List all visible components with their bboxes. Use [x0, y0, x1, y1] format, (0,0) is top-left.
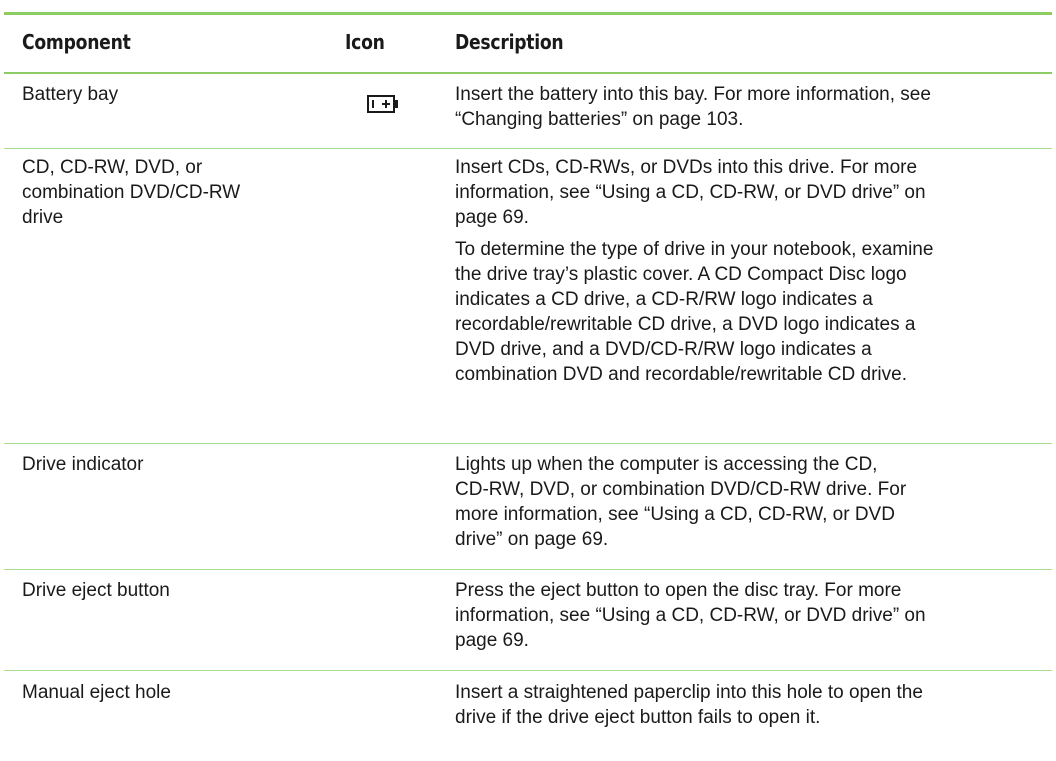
component-name: Battery bay: [22, 84, 119, 105]
description-paragraph: Insert the battery into this bay. For mo…: [455, 82, 1045, 132]
description-paragraph: Press the eject button to open the disc …: [455, 578, 1045, 653]
description-line: drive if the drive eject button fails to…: [455, 707, 821, 728]
component-description: Insert CDs, CD-RWs, or DVDs into this dr…: [455, 155, 1045, 387]
description-line: drive” on page 69.: [455, 529, 609, 550]
component-name: CD, CD-RW, DVD, or combination DVD/CD-RW…: [22, 157, 241, 228]
description-line: “Changing batteries” on page 103.: [455, 109, 744, 130]
description-line: recordable/rewritable CD drive, a DVD lo…: [455, 314, 916, 335]
description-paragraph: To determine the type of drive in your n…: [455, 237, 1045, 387]
table-header-rule: [4, 72, 1052, 74]
component-name: Drive indicator: [22, 454, 144, 475]
description-line: combination DVD and recordable/rewritabl…: [455, 364, 907, 385]
description-line: Press the eject button to open the disc …: [455, 580, 902, 601]
document-page: Component Icon Description Battery bay I…: [0, 0, 1056, 761]
description-line: more information, see “Using a CD, CD-RW…: [455, 504, 895, 525]
component-description: Insert the battery into this bay. For mo…: [455, 82, 1045, 132]
description-line: indicates a CD drive, a CD-R/RW logo ind…: [455, 289, 873, 310]
description-line: Insert a straightened paperclip into thi…: [455, 682, 923, 703]
component-name: Drive eject button: [22, 580, 170, 601]
description-line: Insert the battery into this bay. For mo…: [455, 84, 931, 105]
column-header-component: Component: [22, 30, 131, 54]
description-line: information, see “Using a CD, CD-RW, or …: [455, 182, 926, 203]
description-line: information, see “Using a CD, CD-RW, or …: [455, 605, 926, 626]
column-header-icon: Icon: [345, 30, 385, 54]
column-header-description: Description: [455, 30, 564, 54]
row-separator: [4, 670, 1052, 671]
row-separator: [4, 569, 1052, 570]
description-paragraph: Insert CDs, CD-RWs, or DVDs into this dr…: [455, 155, 1045, 230]
row-separator: [4, 443, 1052, 444]
description-line: DVD drive, and a DVD/CD-R/RW logo indica…: [455, 339, 872, 360]
component-description: Lights up when the computer is accessing…: [455, 452, 1045, 552]
row-separator: [4, 148, 1052, 149]
component-description: Insert a straightened paperclip into thi…: [455, 680, 1045, 730]
description-paragraph: Insert a straightened paperclip into thi…: [455, 680, 1045, 730]
table-top-rule: [4, 12, 1052, 15]
description-line: page 69.: [455, 630, 529, 651]
description-line: the drive tray’s plastic cover. A CD Com…: [455, 264, 907, 285]
description-line: CD-RW, DVD, or combination DVD/CD-RW dri…: [455, 479, 907, 500]
battery-icon: [367, 95, 399, 118]
description-line: Lights up when the computer is accessing…: [455, 454, 878, 475]
description-line: Insert CDs, CD-RWs, or DVDs into this dr…: [455, 157, 918, 178]
description-line: To determine the type of drive in your n…: [455, 239, 934, 260]
component-name: Manual eject hole: [22, 682, 171, 703]
description-paragraph: Lights up when the computer is accessing…: [455, 452, 1045, 552]
component-description: Press the eject button to open the disc …: [455, 578, 1045, 653]
description-line: page 69.: [455, 207, 529, 228]
